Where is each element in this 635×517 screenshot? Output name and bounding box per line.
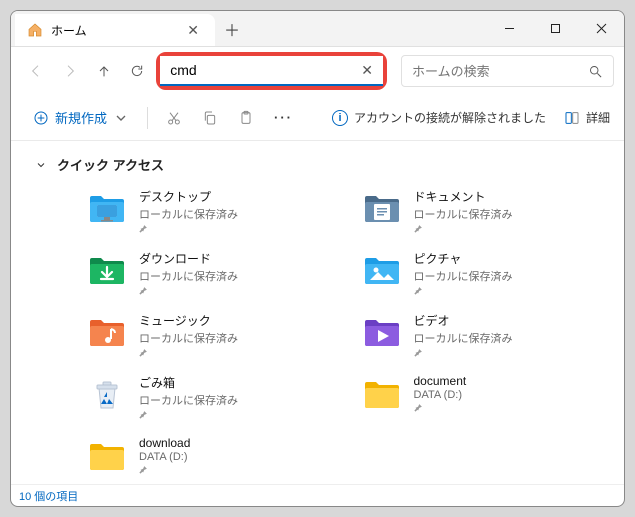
search-icon: [588, 64, 603, 79]
item-name: デスクトップ: [139, 188, 238, 205]
item-sub: ローカルに保存済み: [139, 330, 238, 346]
account-warning-text: アカウントの接続が解除されました: [354, 109, 546, 126]
videos-folder-icon: [362, 312, 402, 352]
folder-folder-icon: [362, 374, 402, 414]
info-icon: i: [332, 110, 348, 126]
status-text: 10 個の項目: [19, 488, 78, 504]
content-area: クイック アクセス デスクトップローカルに保存済みドキュメントローカルに保存済み…: [11, 141, 624, 484]
item-name: ドキュメント: [414, 188, 513, 205]
item-name: ビデオ: [414, 312, 513, 329]
new-button[interactable]: 新規作成: [25, 102, 137, 134]
item-name: ピクチャ: [414, 250, 513, 267]
pictures-folder-icon: [362, 250, 402, 290]
minimize-button[interactable]: [486, 11, 532, 46]
pin-icon: [139, 465, 190, 474]
more-button[interactable]: ···: [266, 102, 301, 134]
item-text: ドキュメントローカルに保存済み: [414, 188, 513, 233]
nav-row: ✕: [11, 47, 624, 95]
item-name: ごみ箱: [139, 374, 238, 391]
pin-icon: [139, 286, 238, 295]
search-box[interactable]: [401, 55, 614, 87]
item-text: デスクトップローカルに保存済み: [139, 188, 238, 233]
chevron-down-icon: [35, 159, 47, 171]
quick-access-header[interactable]: クイック アクセス: [29, 155, 616, 174]
details-toggle[interactable]: 詳細: [564, 109, 610, 126]
home-icon: [27, 22, 43, 38]
desktop-folder-icon: [87, 188, 127, 228]
quick-access-item[interactable]: ドキュメントローカルに保存済み: [362, 188, 617, 240]
quick-access-item[interactable]: downloadDATA (D:): [87, 436, 342, 484]
copy-button[interactable]: [194, 102, 226, 134]
search-input[interactable]: [412, 64, 588, 79]
downloads-folder-icon: [87, 250, 127, 290]
pin-icon: [414, 224, 513, 233]
cut-button[interactable]: [158, 102, 190, 134]
pin-icon: [414, 403, 467, 412]
pin-icon: [139, 348, 238, 357]
address-bar-highlight: ✕: [156, 52, 387, 90]
item-sub: ローカルに保存済み: [139, 206, 238, 222]
back-button[interactable]: [21, 54, 51, 88]
item-name: document: [414, 374, 467, 388]
item-text: downloadDATA (D:): [139, 436, 190, 474]
quick-access-item[interactable]: ダウンロードローカルに保存済み: [87, 250, 342, 302]
item-text: ビデオローカルに保存済み: [414, 312, 513, 357]
separator: [147, 107, 148, 129]
pin-icon: [414, 286, 513, 295]
item-sub: DATA (D:): [414, 389, 467, 401]
item-name: ミュージック: [139, 312, 238, 329]
documents-folder-icon: [362, 188, 402, 228]
quick-access-item[interactable]: デスクトップローカルに保存済み: [87, 188, 342, 240]
tab-close-button[interactable]: ✕: [181, 20, 205, 41]
items-grid: デスクトップローカルに保存済みドキュメントローカルに保存済みダウンロードローカル…: [29, 188, 616, 484]
details-label: 詳細: [586, 109, 610, 126]
status-bar: 10 個の項目: [11, 484, 624, 506]
folder-folder-icon: [87, 436, 127, 476]
pin-icon: [139, 410, 238, 419]
maximize-button[interactable]: [532, 11, 578, 46]
new-tab-button[interactable]: ＋: [215, 11, 249, 46]
music-folder-icon: [87, 312, 127, 352]
quick-access-label: クイック アクセス: [57, 155, 164, 174]
quick-access-item[interactable]: ビデオローカルに保存済み: [362, 312, 617, 364]
address-bar[interactable]: ✕: [160, 56, 383, 86]
item-sub: DATA (D:): [139, 451, 190, 463]
quick-access-item[interactable]: ピクチャローカルに保存済み: [362, 250, 617, 302]
quick-access-item[interactable]: documentDATA (D:): [362, 374, 617, 426]
pin-icon: [414, 348, 513, 357]
item-sub: ローカルに保存済み: [139, 392, 238, 408]
tab-title: ホーム: [51, 22, 87, 39]
item-name: ダウンロード: [139, 250, 238, 267]
item-name: download: [139, 436, 190, 450]
titlebar: ホーム ✕ ＋: [11, 11, 624, 47]
forward-button[interactable]: [55, 54, 85, 88]
account-warning[interactable]: i アカウントの接続が解除されました: [332, 109, 546, 126]
window-controls: [486, 11, 624, 46]
item-text: ミュージックローカルに保存済み: [139, 312, 238, 357]
item-sub: ローカルに保存済み: [414, 206, 513, 222]
new-label: 新規作成: [55, 108, 107, 127]
quick-access-item[interactable]: ごみ箱ローカルに保存済み: [87, 374, 342, 426]
item-sub: ローカルに保存済み: [414, 268, 513, 284]
quick-access-item[interactable]: ミュージックローカルに保存済み: [87, 312, 342, 364]
item-text: ピクチャローカルに保存済み: [414, 250, 513, 295]
item-sub: ローカルに保存済み: [414, 330, 513, 346]
refresh-button[interactable]: [122, 54, 152, 88]
address-clear-button[interactable]: ✕: [357, 62, 377, 79]
item-text: ダウンロードローカルに保存済み: [139, 250, 238, 295]
close-button[interactable]: [578, 11, 624, 46]
address-input[interactable]: [170, 62, 351, 78]
item-text: documentDATA (D:): [414, 374, 467, 412]
recycle-folder-icon: [87, 374, 127, 414]
paste-button[interactable]: [230, 102, 262, 134]
toolbar: 新規作成 ··· i アカウントの接続が解除されました 詳細: [11, 95, 624, 141]
tab-home[interactable]: ホーム ✕: [15, 14, 215, 46]
up-button[interactable]: [89, 54, 119, 88]
pin-icon: [139, 224, 238, 233]
item-sub: ローカルに保存済み: [139, 268, 238, 284]
item-text: ごみ箱ローカルに保存済み: [139, 374, 238, 419]
explorer-window: ホーム ✕ ＋: [10, 10, 625, 507]
